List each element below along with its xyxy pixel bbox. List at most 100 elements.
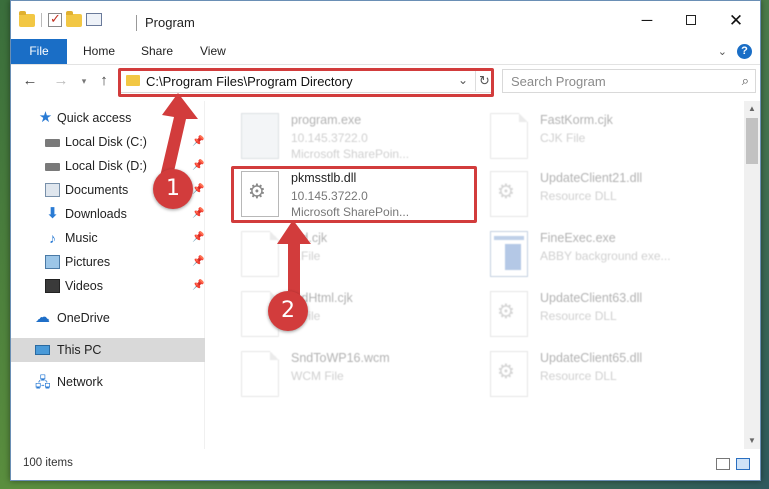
file-item[interactable]: program.exe 10.145.3722.0 Microsoft Shar… bbox=[241, 109, 481, 169]
properties-check-icon[interactable] bbox=[48, 11, 62, 27]
close-icon: ✕ bbox=[728, 11, 744, 30]
download-icon: ⬇ bbox=[46, 205, 59, 222]
annotation-badge-2: 2 bbox=[268, 291, 308, 331]
file-type: WCM File bbox=[291, 369, 344, 383]
file-description: ABBY background exe... bbox=[540, 249, 671, 263]
app-icon bbox=[490, 231, 528, 277]
file-name: program.exe bbox=[291, 113, 362, 127]
back-button[interactable]: ← bbox=[20, 71, 40, 91]
file-version: 10.145.3722.0 bbox=[291, 131, 368, 145]
document-icon bbox=[241, 351, 279, 397]
close-button[interactable]: ✕ bbox=[714, 7, 758, 35]
exe-icon bbox=[241, 113, 279, 159]
scroll-up-icon[interactable]: ▲ bbox=[744, 101, 760, 117]
file-item[interactable]: ⚙ UpdateClient65.dll Resource DLL bbox=[490, 347, 730, 407]
ribbon-controls: ⌄ ? bbox=[718, 44, 752, 59]
sidebar-item-label: This PC bbox=[57, 343, 102, 357]
search-input[interactable]: Search Program ⌕ bbox=[502, 69, 756, 93]
tab-view[interactable]: View bbox=[198, 39, 228, 64]
tab-home[interactable]: Home bbox=[81, 39, 117, 64]
videos-icon bbox=[45, 279, 60, 293]
file-type: Resource DLL bbox=[540, 369, 617, 383]
sidebar-item-label: OneDrive bbox=[57, 311, 110, 325]
pin-icon: 📌 bbox=[192, 232, 205, 243]
expand-ribbon-icon[interactable]: ⌄ bbox=[718, 45, 727, 58]
file-type: CJK File bbox=[540, 131, 586, 145]
file-description: Microsoft SharePoin... bbox=[291, 147, 410, 161]
sidebar-item-music[interactable]: ♪ Music 📌 bbox=[11, 226, 205, 250]
quick-access-toolbar bbox=[19, 11, 102, 27]
sidebar-item-pictures[interactable]: Pictures 📌 bbox=[11, 250, 205, 274]
search-placeholder: Search Program bbox=[511, 74, 606, 89]
minimize-icon: ─ bbox=[641, 12, 653, 29]
sidebar-item-network[interactable]: 🖧 Network bbox=[11, 370, 205, 394]
pin-icon: 📌 bbox=[192, 208, 205, 219]
dll-gear-icon: ⚙ bbox=[490, 171, 528, 217]
up-button[interactable]: ↑ bbox=[94, 71, 114, 91]
file-highlight-box bbox=[231, 166, 477, 223]
dll-gear-icon: ⚙ bbox=[490, 291, 528, 337]
sidebar-item-this-pc[interactable]: This PC bbox=[11, 338, 205, 362]
title-bar: Program ─ ✕ bbox=[11, 1, 760, 39]
music-icon: ♪ bbox=[49, 230, 56, 246]
maximize-button[interactable] bbox=[669, 7, 713, 35]
file-name: FineExec.exe bbox=[540, 231, 616, 245]
file-item[interactable]: FastKorm.cjk CJK File bbox=[490, 109, 730, 169]
item-count: 100 items bbox=[23, 457, 73, 469]
search-icon[interactable]: ⌕ bbox=[742, 73, 749, 89]
sidebar-item-label: Videos bbox=[65, 279, 103, 293]
minimize-button[interactable]: ─ bbox=[625, 7, 669, 35]
disk-icon bbox=[45, 139, 60, 147]
customize-toolbar-icon[interactable] bbox=[86, 13, 102, 26]
sidebar-item-label: Local Disk (D:) bbox=[65, 159, 147, 173]
sidebar-item-label: Documents bbox=[65, 183, 129, 197]
sidebar-item-label: Quick access bbox=[57, 111, 132, 125]
file-item[interactable]: ⚙ UpdateClient63.dll Resource DLL bbox=[490, 287, 730, 347]
forward-button[interactable]: → bbox=[51, 71, 71, 91]
pin-icon: 📌 bbox=[192, 280, 205, 291]
document-icon bbox=[490, 113, 528, 159]
file-item[interactable]: SndToWP16.wcm WCM File bbox=[241, 347, 481, 407]
pc-icon bbox=[35, 345, 50, 355]
network-icon: 🖧 bbox=[35, 374, 51, 390]
file-name: UpdateClient63.dll bbox=[540, 291, 643, 305]
maximize-icon bbox=[686, 15, 696, 25]
file-name: SndToWP16.wcm bbox=[291, 351, 390, 365]
tab-share[interactable]: Share bbox=[139, 39, 175, 64]
help-icon[interactable]: ? bbox=[737, 44, 752, 59]
new-folder-icon[interactable] bbox=[66, 11, 82, 27]
file-type: Resource DLL bbox=[540, 189, 617, 203]
dll-gear-icon: ⚙ bbox=[490, 351, 528, 397]
file-type: Resource DLL bbox=[540, 309, 617, 323]
sidebar-item-label: Local Disk (C:) bbox=[65, 135, 147, 149]
file-name: FastKorm.cjk bbox=[540, 113, 613, 127]
sidebar-item-onedrive[interactable]: ☁ OneDrive bbox=[11, 306, 205, 330]
ribbon-tabs: File Home Share View ⌄ ? bbox=[11, 39, 760, 65]
recent-locations-button[interactable]: ▾ bbox=[74, 71, 94, 91]
file-item[interactable]: FineExec.exe ABBY background exe... bbox=[490, 227, 730, 287]
file-name: UpdateClient21.dll bbox=[540, 171, 643, 185]
vertical-scrollbar[interactable]: ▲ ▼ bbox=[744, 101, 760, 449]
explorer-window: Program ─ ✕ File Home Share View ⌄ ? ← →… bbox=[10, 0, 761, 481]
cloud-icon: ☁ bbox=[35, 309, 50, 326]
sidebar-item-label: Music bbox=[65, 231, 98, 245]
pictures-icon bbox=[45, 255, 60, 269]
window-title: Program bbox=[145, 15, 195, 30]
sidebar-item-videos[interactable]: Videos 📌 bbox=[11, 274, 205, 298]
disk-icon bbox=[45, 163, 60, 171]
folder-icon bbox=[19, 11, 35, 27]
title-separator bbox=[136, 15, 137, 31]
sidebar-item-label: Network bbox=[57, 375, 103, 389]
scroll-thumb[interactable] bbox=[746, 118, 758, 164]
sidebar-item-label: Downloads bbox=[65, 207, 127, 221]
view-buttons bbox=[716, 458, 750, 470]
pin-icon: 📌 bbox=[192, 256, 205, 267]
tab-file[interactable]: File bbox=[11, 39, 67, 64]
documents-icon bbox=[45, 183, 60, 197]
status-bar: 100 items bbox=[11, 451, 760, 479]
sidebar-item-label: Pictures bbox=[65, 255, 111, 269]
file-item[interactable]: ⚙ UpdateClient21.dll Resource DLL bbox=[490, 167, 730, 227]
tiles-view-icon[interactable] bbox=[736, 458, 750, 470]
details-view-icon[interactable] bbox=[716, 458, 730, 470]
scroll-down-icon[interactable]: ▼ bbox=[744, 433, 760, 449]
